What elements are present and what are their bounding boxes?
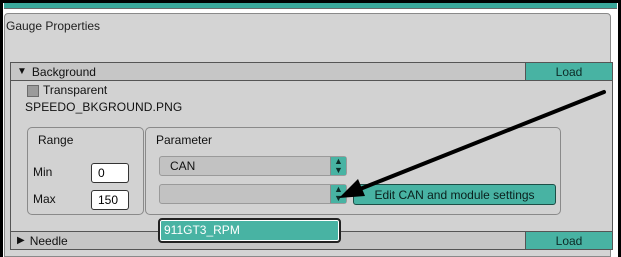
background-load-button[interactable]: Load (525, 62, 613, 81)
background-filename: SPEEDO_BKGROUND.PNG (25, 100, 183, 114)
range-group: Range Min Max (27, 127, 144, 215)
triangle-down-icon: ▼ (17, 66, 27, 77)
needle-section-label: Needle (29, 233, 68, 248)
background-section-body: Transparent SPEEDO_BKGROUND.PNG Range Mi… (10, 81, 613, 231)
needle-load-button[interactable]: Load (525, 231, 613, 250)
max-label: Max (33, 192, 56, 206)
edit-can-settings-button[interactable]: Edit CAN and module settings (353, 184, 556, 205)
parameter-source-select[interactable]: CAN ▲ ▼ (159, 156, 347, 176)
min-input[interactable] (91, 163, 129, 183)
title-strip (4, 3, 617, 9)
background-section-label: Background (31, 64, 96, 79)
min-label: Min (33, 165, 53, 179)
range-title: Range (38, 133, 74, 147)
parameter-source-value: CAN (170, 159, 196, 173)
max-input[interactable] (91, 190, 129, 210)
transparent-label: Transparent (43, 83, 108, 97)
transparent-checkbox[interactable] (27, 85, 39, 97)
parameter-group: Parameter CAN ▲ ▼ ▲ ▼ Edit CAN and module … (145, 127, 561, 215)
parameter-channel-select[interactable]: ▲ ▼ (159, 184, 347, 204)
background-section-header[interactable]: ▼ Background Load (10, 62, 613, 81)
panel-title: Gauge Properties (6, 19, 101, 33)
dropdown-option-highlighted[interactable]: 911GT3_RPM (158, 218, 341, 243)
parameter-title: Parameter (156, 133, 213, 147)
triangle-right-icon: ▶ (17, 235, 25, 246)
up-down-arrows-icon: ▲ ▼ (330, 157, 346, 175)
up-down-arrows-icon: ▲ ▼ (330, 185, 346, 203)
